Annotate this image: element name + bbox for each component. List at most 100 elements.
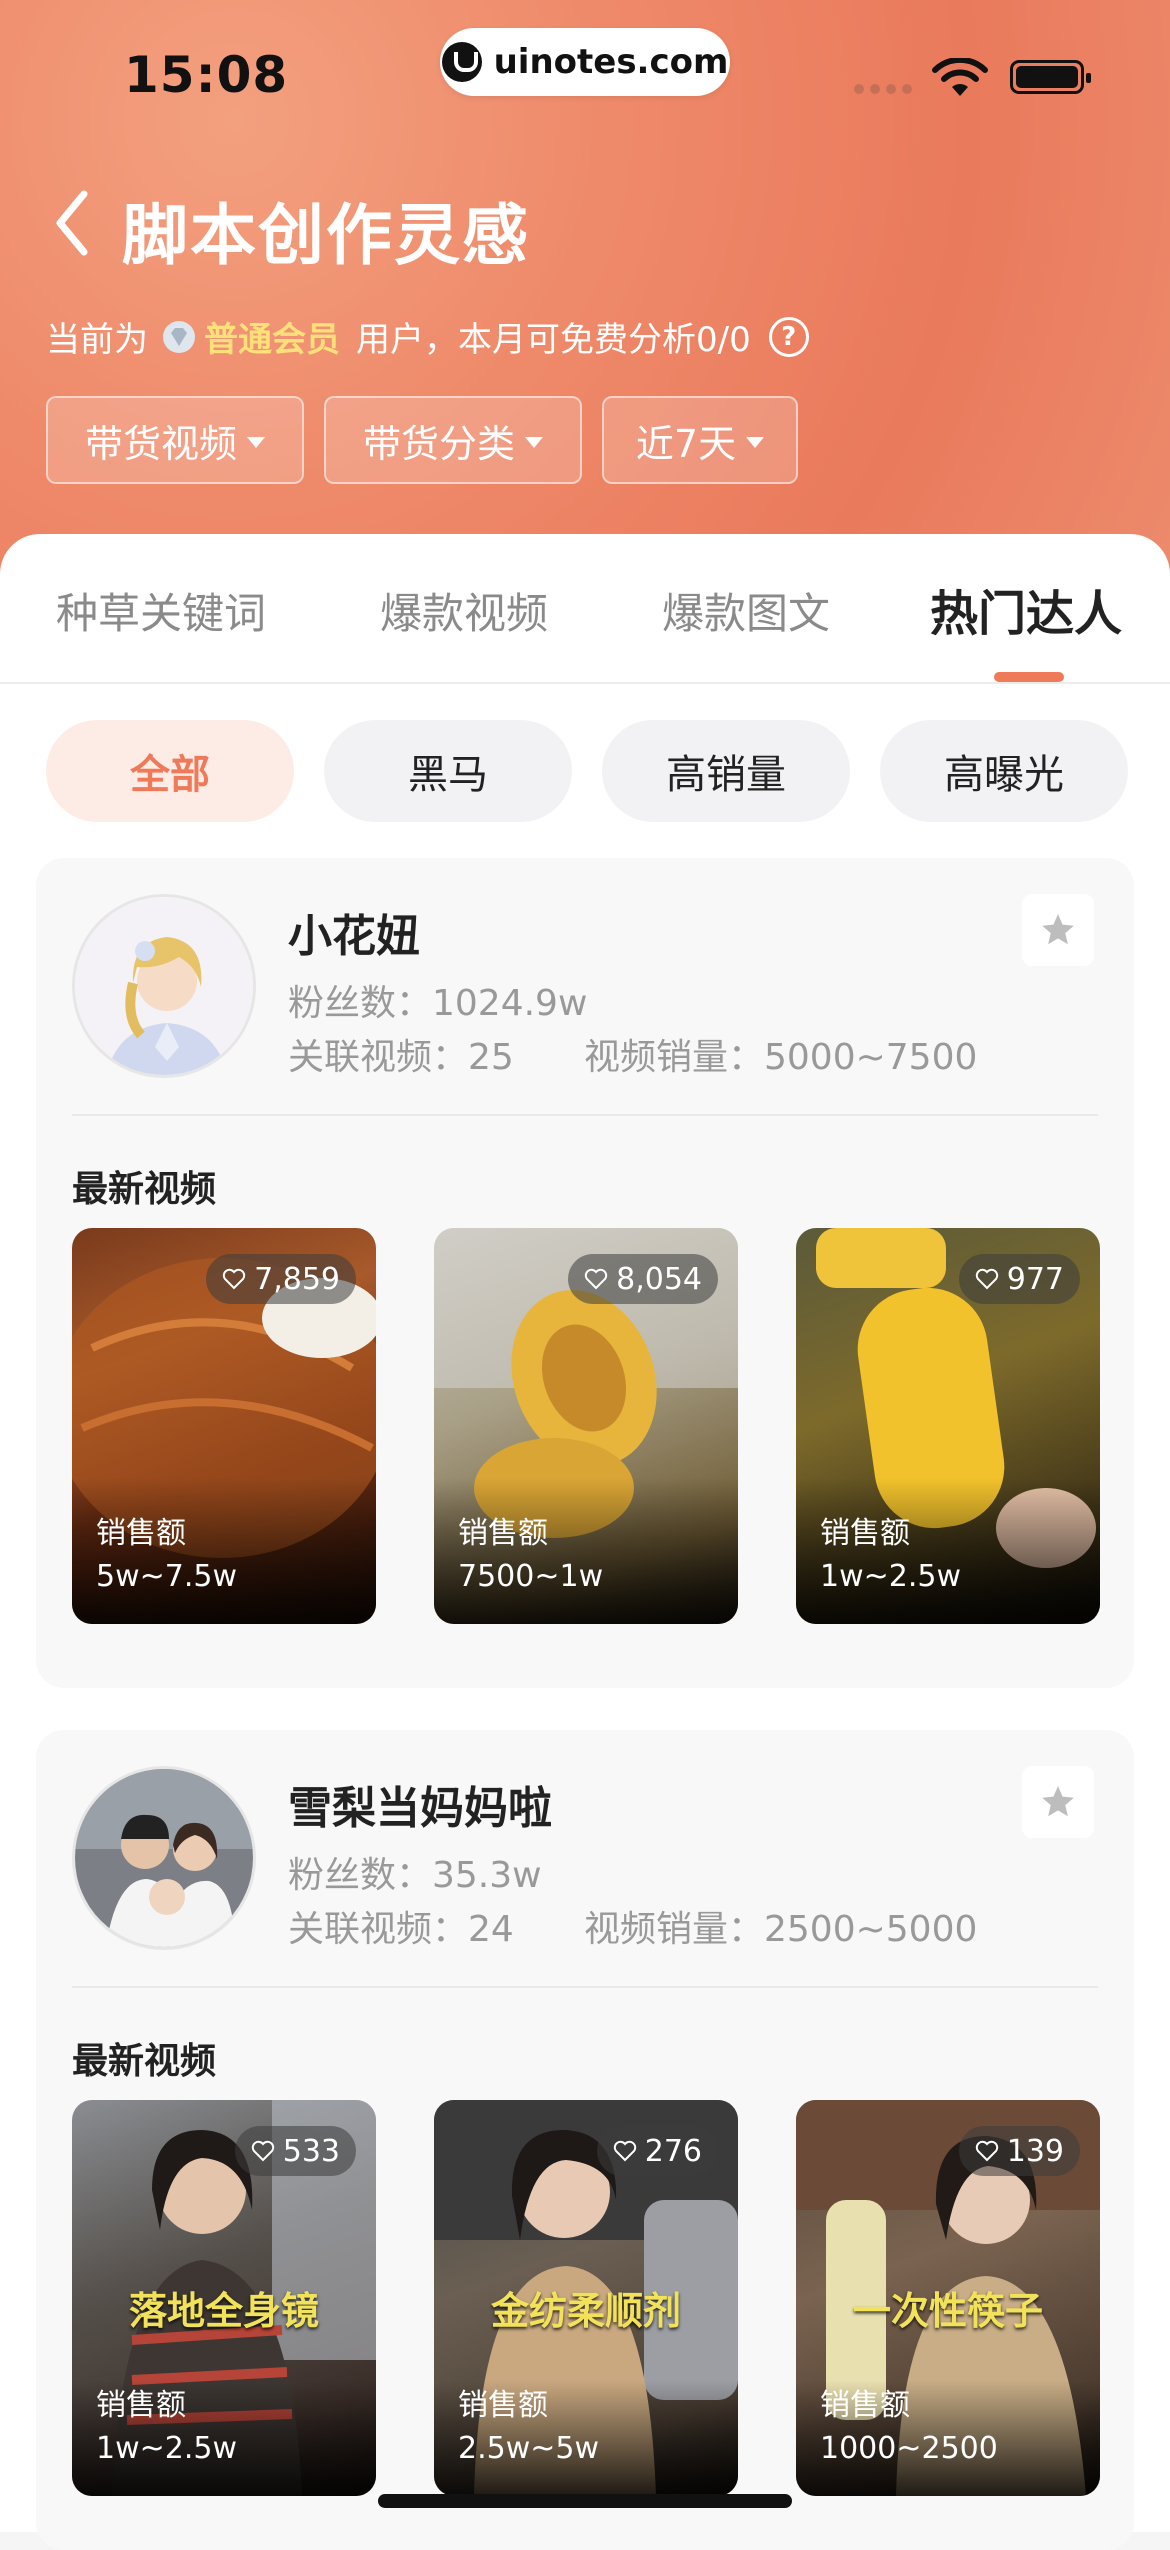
page-title: 脚本创作灵感 (122, 197, 530, 274)
status-bar: 15:08 uinotes.com (0, 0, 1170, 150)
back-arrow-icon[interactable] (52, 188, 92, 258)
video-thumbnails: 落地全身镜 533 销售额 1w~2.5w 金纺柔顺剂 276 销售额 2.5w… (72, 2100, 1100, 2496)
video-caption: 落地全身镜 (128, 2289, 319, 2333)
chip-high-exposure[interactable]: 高曝光 (880, 720, 1128, 822)
sales-value: 7500~1w (458, 1559, 604, 1594)
filter-time-range[interactable]: 近7天 (602, 396, 798, 484)
chip-group: 全部 黑马 高销量 高曝光 (46, 720, 1128, 822)
sales-label: 销售额 (458, 2388, 548, 2423)
video-thumbnail[interactable]: 落地全身镜 533 销售额 1w~2.5w (72, 2100, 376, 2496)
divider (72, 1114, 1098, 1116)
star-icon (1042, 1786, 1074, 1817)
star-icon (1042, 914, 1074, 945)
video-thumbnail[interactable]: 金纺柔顺剂 276 销售额 2.5w~5w (434, 2100, 738, 2496)
creator-card[interactable]: 雪梨当妈妈啦 粉丝数：35.3w 关联视频：24 视频销量：2500~5000 … (36, 1730, 1134, 2550)
sales-value: 1w~2.5w (96, 2431, 238, 2466)
latest-videos-label: 最新视频 (72, 1169, 217, 1210)
creator-name[interactable]: 小花妞 (288, 900, 420, 964)
sales-label: 销售额 (458, 1516, 548, 1551)
chip-all[interactable]: 全部 (46, 720, 294, 822)
related-videos-count: 关联视频：25 (288, 1037, 514, 1078)
video-thumbnail[interactable]: 7,859 销售额 5w~7.5w (72, 1228, 376, 1624)
tab-active-indicator (994, 672, 1064, 682)
likes-badge: 977 (958, 1254, 1080, 1304)
heart-icon (222, 1268, 246, 1290)
avatar-photo-icon (75, 1769, 253, 1947)
battery-icon (1010, 60, 1091, 94)
creator-name[interactable]: 雪梨当妈妈啦 (288, 1772, 552, 1836)
site-logo-icon (441, 42, 482, 82)
tab-bar: 种草关键词 爆款视频 爆款图文 热门达人 (0, 534, 1170, 684)
filter-bar: 带货视频 带货分类 近7天 (46, 396, 798, 484)
content-sheet: 种草关键词 爆款视频 爆款图文 热门达人 全部 黑马 高销量 高曝光 小花妞 粉… (0, 534, 1170, 2550)
status-time: 15:08 (124, 46, 289, 104)
signal-icon (854, 84, 912, 94)
home-indicator[interactable] (378, 2494, 792, 2508)
caret-down-icon (247, 436, 265, 448)
tab-keywords[interactable]: 种草关键词 (56, 580, 266, 641)
creator-card[interactable]: 小花妞 粉丝数：1024.9w 关联视频：25 视频销量：5000~7500 最… (36, 858, 1134, 1688)
member-quota: 用户，本月可免费分析0/0 (356, 320, 751, 360)
member-status: 当前为 普通会员 用户，本月可免费分析0/0 ? (46, 312, 809, 361)
likes-count: 8,054 (616, 1261, 702, 1297)
tab-hot-creators[interactable]: 热门达人 (930, 574, 1122, 644)
video-thumbnail[interactable]: 977 销售额 1w~2.5w (796, 1228, 1100, 1624)
sales-value: 2.5w~5w (458, 2431, 600, 2466)
tab-hot-videos[interactable]: 爆款视频 (380, 580, 548, 641)
sales-value: 1w~2.5w (820, 1559, 962, 1594)
heart-icon (975, 1268, 998, 1290)
filter-category[interactable]: 带货分类 (324, 396, 582, 484)
likes-count: 276 (644, 2133, 702, 2169)
fans-count: 粉丝数：1024.9w (288, 983, 588, 1024)
favorite-button[interactable] (1022, 1766, 1094, 1838)
avatar[interactable] (72, 1766, 256, 1950)
heart-icon (613, 2140, 636, 2162)
heart-icon (975, 2140, 998, 2162)
sales-label: 销售额 (820, 1516, 910, 1551)
latest-videos-label: 最新视频 (72, 2041, 217, 2082)
caret-down-icon (525, 436, 543, 448)
heart-icon (584, 1268, 608, 1290)
likes-count: 139 (1006, 2133, 1064, 2169)
filter-video-type[interactable]: 带货视频 (46, 396, 304, 484)
likes-badge: 139 (958, 2126, 1080, 2176)
video-sales: 视频销量：2500~5000 (584, 1909, 978, 1950)
heart-icon (251, 2140, 274, 2162)
likes-badge: 276 (596, 2126, 718, 2176)
member-level: 普通会员 (204, 320, 340, 360)
likes-badge: 7,859 (206, 1254, 356, 1304)
video-caption: 金纺柔顺剂 (490, 2289, 681, 2333)
filter-label: 带货分类 (362, 421, 515, 466)
likes-count: 977 (1006, 1261, 1064, 1297)
chip-dark-horse[interactable]: 黑马 (324, 720, 572, 822)
filter-label: 近7天 (635, 421, 737, 466)
url-text: uinotes.com (493, 42, 729, 82)
avatar-illustration-icon (75, 897, 253, 1075)
fans-count: 粉丝数：35.3w (288, 1855, 542, 1896)
favorite-button[interactable] (1022, 894, 1094, 966)
member-prefix: 当前为 (46, 320, 148, 360)
diamond-icon (163, 320, 195, 353)
tab-hot-posts[interactable]: 爆款图文 (662, 580, 830, 641)
sales-label: 销售额 (96, 1516, 186, 1551)
likes-count: 533 (282, 2133, 340, 2169)
filter-label: 带货视频 (84, 421, 237, 466)
video-thumbnail[interactable]: 8,054 销售额 7500~1w (434, 1228, 738, 1624)
sales-value: 5w~7.5w (96, 1559, 238, 1594)
video-thumbnails: 7,859 销售额 5w~7.5w 8,054 销售额 7500~1w 977 … (72, 1228, 1100, 1624)
video-sales: 视频销量：5000~7500 (584, 1037, 978, 1078)
related-videos-count: 关联视频：24 (288, 1909, 514, 1950)
caret-down-icon (746, 436, 765, 448)
help-icon[interactable]: ? (768, 316, 809, 357)
sales-value: 1000~2500 (820, 2431, 998, 2466)
avatar[interactable] (72, 894, 256, 1078)
chip-high-sales[interactable]: 高销量 (602, 720, 850, 822)
likes-badge: 8,054 (568, 1254, 718, 1304)
divider (72, 1986, 1098, 1988)
sales-label: 销售额 (96, 2388, 186, 2423)
sales-label: 销售额 (820, 2388, 910, 2423)
url-pill[interactable]: uinotes.com (440, 28, 730, 96)
video-thumbnail[interactable]: 一次性筷子 139 销售额 1000~2500 (796, 2100, 1100, 2496)
wifi-icon (932, 58, 988, 96)
likes-badge: 533 (234, 2126, 356, 2176)
